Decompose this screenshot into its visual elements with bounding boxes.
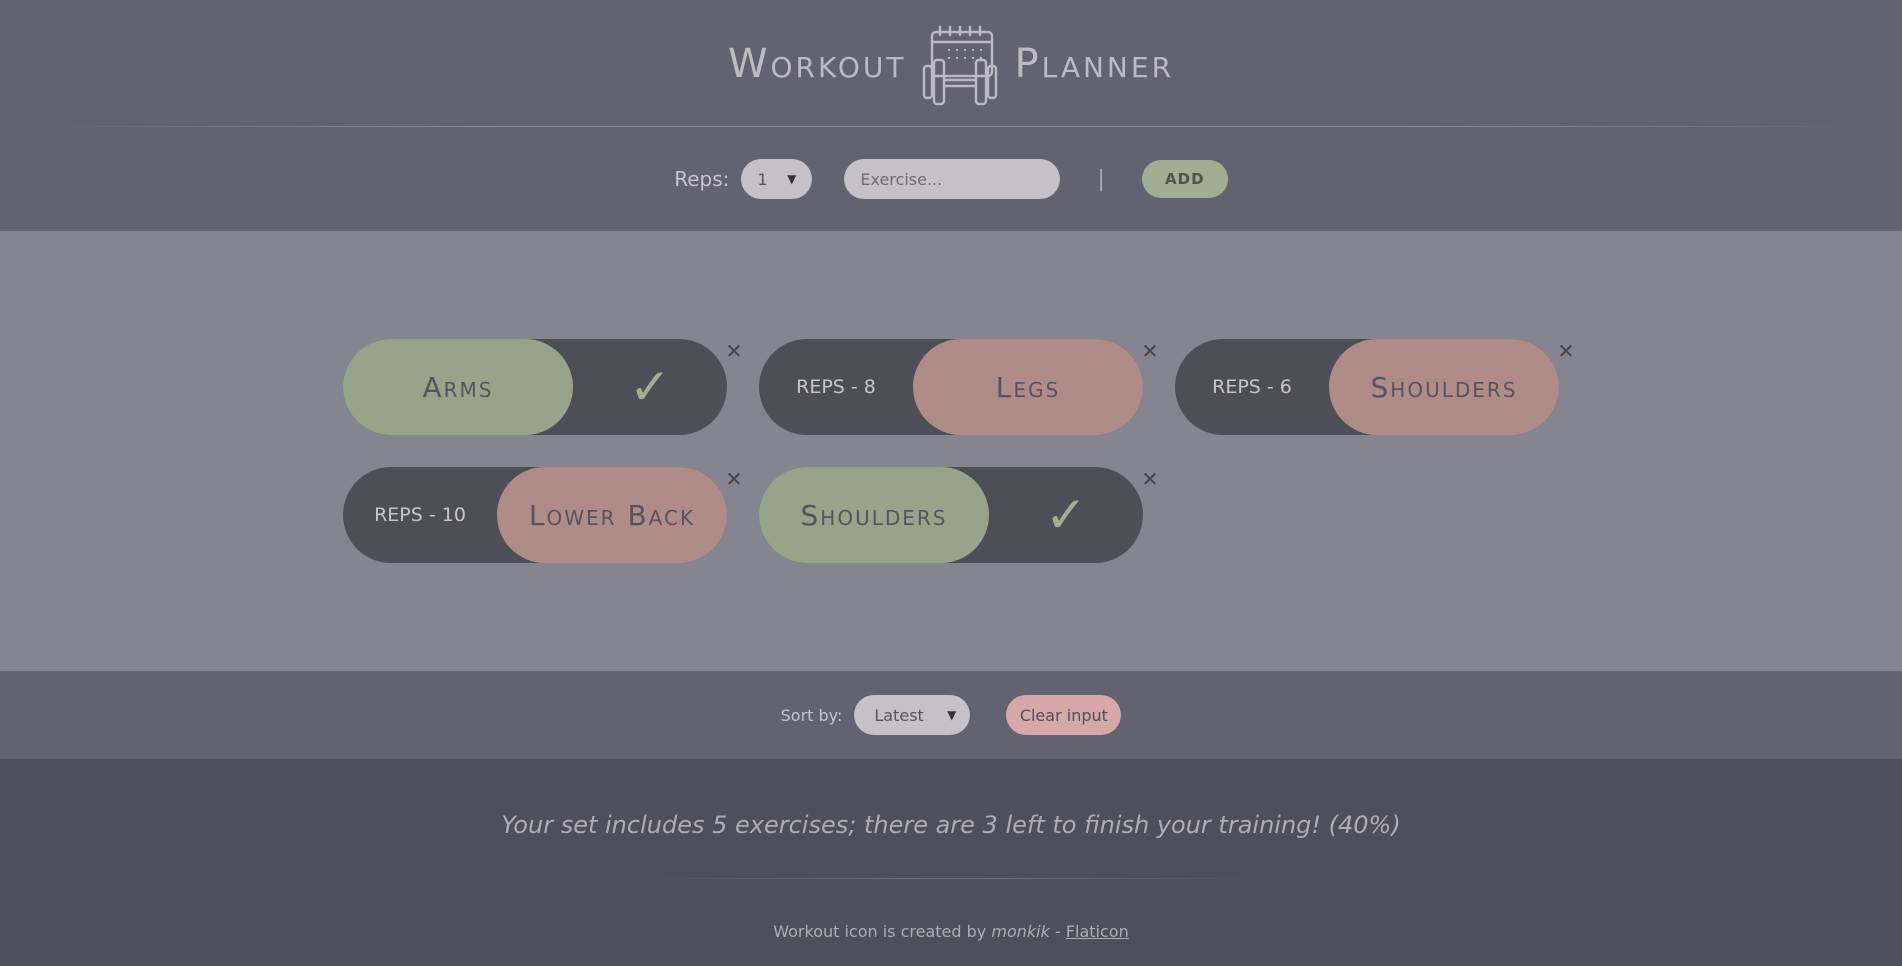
sort-bar: Sort by: Latest ▼ Clear input	[0, 671, 1902, 759]
close-icon[interactable]: ✕	[1555, 340, 1577, 362]
close-icon[interactable]: ✕	[1139, 340, 1161, 362]
footer-divider	[640, 878, 1262, 879]
credit-prefix: Workout icon is created by	[773, 922, 987, 941]
title-planner: Planner	[1014, 41, 1175, 87]
add-exercise-form: Reps: 1 ▼ | ADD	[0, 159, 1902, 199]
exercise-name-pill[interactable]: Shoulders	[759, 467, 989, 563]
sort-select-value: Latest	[874, 705, 924, 725]
clear-input-button[interactable]: Clear input	[1006, 695, 1122, 735]
add-button[interactable]: ADD	[1141, 160, 1228, 198]
check-icon: ✓	[1045, 486, 1087, 544]
exercise-name-pill[interactable]: Arms	[343, 339, 573, 435]
app-title: Workout Planner	[0, 22, 1902, 106]
exercise-list: Arms ✓ ✕ REPS - 8 Legs ✕ REPS - 6 Should…	[0, 231, 1902, 671]
check-icon: ✓	[629, 358, 671, 416]
reps-label: Reps:	[674, 167, 730, 191]
footer: Your set includes 5 exercises; there are…	[0, 759, 1902, 966]
credit-dash: -	[1054, 922, 1061, 941]
close-icon[interactable]: ✕	[723, 468, 745, 490]
exercise-card: REPS - 6 Shoulders	[1175, 339, 1559, 435]
title-workout: Workout	[727, 41, 907, 87]
exercise-reps: REPS - 10	[374, 504, 466, 526]
exercise-card: REPS - 8 Legs	[759, 339, 1143, 435]
exercise-input[interactable]	[844, 159, 1061, 199]
exercise-name-pill[interactable]: Legs	[913, 339, 1143, 435]
chevron-down-icon: ▼	[787, 172, 797, 186]
close-icon[interactable]: ✕	[1139, 468, 1161, 490]
reps-select-value: 1	[757, 169, 768, 189]
exercise-card: Arms ✓	[343, 339, 727, 435]
exercise-name-pill[interactable]: Shoulders	[1329, 339, 1559, 435]
app-header: Workout Planner Reps: 1 ▼ Exercise... | …	[0, 0, 1902, 231]
sort-select[interactable]: Latest ▼	[854, 695, 971, 735]
exercise-card: REPS - 10 Lower Back	[343, 467, 727, 563]
credit-author: monkik	[991, 922, 1050, 941]
flaticon-link[interactable]: Flaticon	[1066, 922, 1129, 941]
close-icon[interactable]: ✕	[723, 340, 745, 362]
progress-stats: Your set includes 5 exercises; there are…	[501, 811, 1401, 839]
icon-credit: Workout icon is created by monkik - Flat…	[0, 922, 1902, 941]
separator: |	[1097, 166, 1105, 192]
exercise-name-pill[interactable]: Lower Back	[497, 467, 727, 563]
exercise-reps: REPS - 8	[796, 376, 876, 398]
exercise-reps: REPS - 6	[1212, 376, 1292, 398]
exercise-card: Shoulders ✓	[759, 467, 1143, 563]
chevron-down-icon: ▼	[947, 708, 957, 722]
reps-select[interactable]: 1 ▼	[741, 159, 813, 199]
workout-calendar-dumbbell-icon	[923, 26, 998, 106]
sort-label: Sort by:	[780, 705, 843, 725]
header-divider	[40, 126, 1862, 127]
